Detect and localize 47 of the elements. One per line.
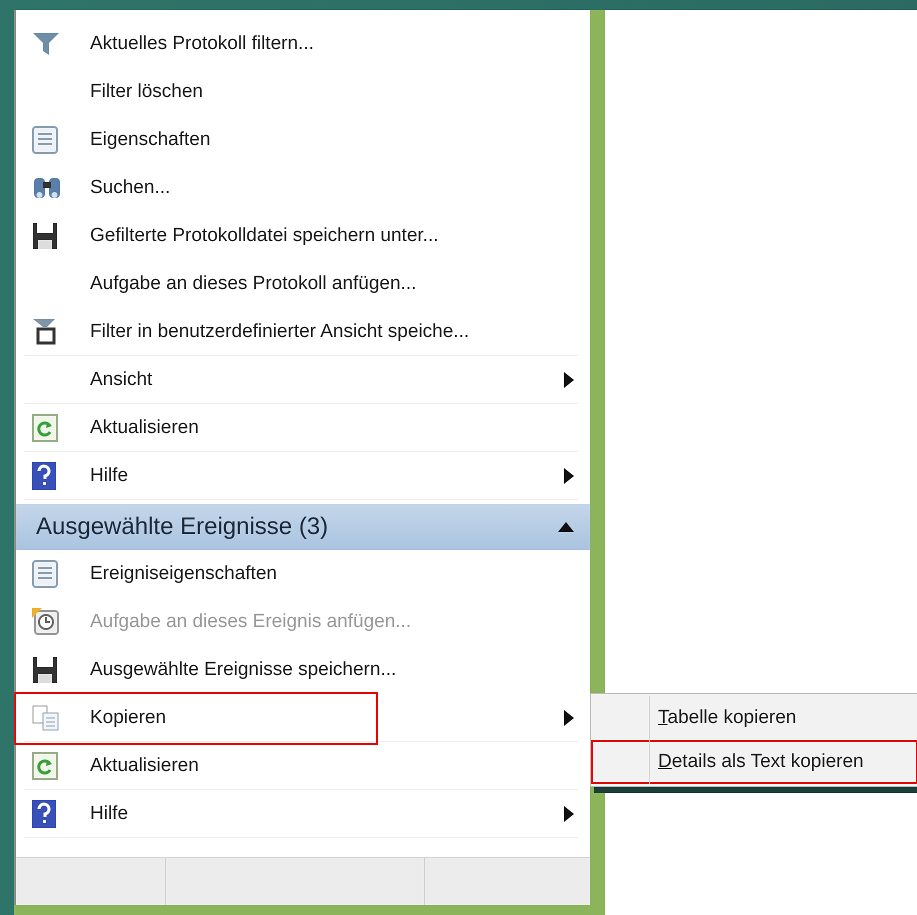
menu-item[interactable]: Suchen...: [90, 176, 170, 198]
submenu-row[interactable]: Tabelle kopieren: [591, 696, 917, 740]
menu-row[interactable]: Kopieren: [24, 694, 578, 742]
collapse-caret-icon: [558, 522, 574, 532]
menu-item[interactable]: Hilfe: [90, 802, 128, 824]
menu-row[interactable]: Filter löschen: [24, 68, 578, 116]
menu-row[interactable]: Hilfe: [24, 790, 578, 838]
refresh-icon: [32, 752, 58, 780]
help-icon: [32, 800, 56, 828]
funnel-icon: [32, 30, 60, 56]
menu-row[interactable]: Ausgewählte Ereignisse speichern...: [24, 646, 578, 694]
menu-row[interactable]: Aktualisieren: [24, 742, 578, 790]
menu-row[interactable]: Aktuelles Protokoll filtern...: [24, 20, 578, 68]
copy-icon: [32, 704, 60, 730]
menu-item[interactable]: Ausgewählte Ereignisse speichern...: [90, 658, 396, 680]
refresh-icon: [32, 414, 58, 442]
menu-item[interactable]: Hilfe: [90, 464, 128, 486]
menu-item[interactable]: Gefilterte Protokolldatei speichern unter...: [90, 224, 439, 246]
properties-icon: [32, 126, 58, 154]
submenu-item[interactable]: Details als Text kopieren: [658, 751, 864, 773]
menu-item[interactable]: Aktuelles Protokoll filtern...: [90, 32, 314, 54]
menu-item[interactable]: Kopieren: [90, 706, 166, 728]
submenu-row[interactable]: Details als Text kopieren: [591, 740, 917, 784]
menu-row[interactable]: Aktualisieren: [24, 404, 578, 452]
funnel-disk-icon: [32, 318, 58, 346]
menu-item[interactable]: Aufgabe an dieses Protokoll anfügen...: [90, 272, 416, 294]
menu-item[interactable]: Aktualisieren: [90, 754, 199, 776]
menu-row[interactable]: Eigenschaften: [24, 116, 578, 164]
menu-item[interactable]: Ansicht: [90, 368, 152, 390]
menu-item[interactable]: Filter löschen: [90, 80, 203, 102]
menu-item[interactable]: Aktualisieren: [90, 416, 199, 438]
section-header[interactable]: Ausgewählte Ereignisse (3): [16, 504, 590, 550]
menu-row[interactable]: Ereigniseigenschaften: [24, 550, 578, 598]
menu-row[interactable]: Ansicht: [24, 356, 578, 404]
menu-item[interactable]: Eigenschaften: [90, 128, 210, 150]
section-title: Ausgewählte Ereignisse (3): [36, 513, 328, 541]
menu-row[interactable]: Aufgabe an dieses Protokoll anfügen...: [24, 260, 578, 308]
menu-row[interactable]: Filter in benutzerdefinierter Ansicht speiche...: [24, 308, 578, 356]
menu-item[interactable]: Filter in benutzerdefinierter Ansicht speiche...: [90, 320, 470, 342]
menu-row[interactable]: Gefilterte Protokolldatei speichern unter...: [24, 212, 578, 260]
clock-task-icon: [32, 608, 60, 636]
menu-item[interactable]: Ereigniseigenschaften: [90, 562, 277, 584]
help-icon: [32, 462, 56, 490]
menu-row[interactable]: Hilfe: [24, 452, 578, 500]
submenu-item[interactable]: Tabelle kopieren: [658, 707, 796, 729]
menu-row[interactable]: Suchen...: [24, 164, 578, 212]
properties-icon: [32, 560, 58, 588]
